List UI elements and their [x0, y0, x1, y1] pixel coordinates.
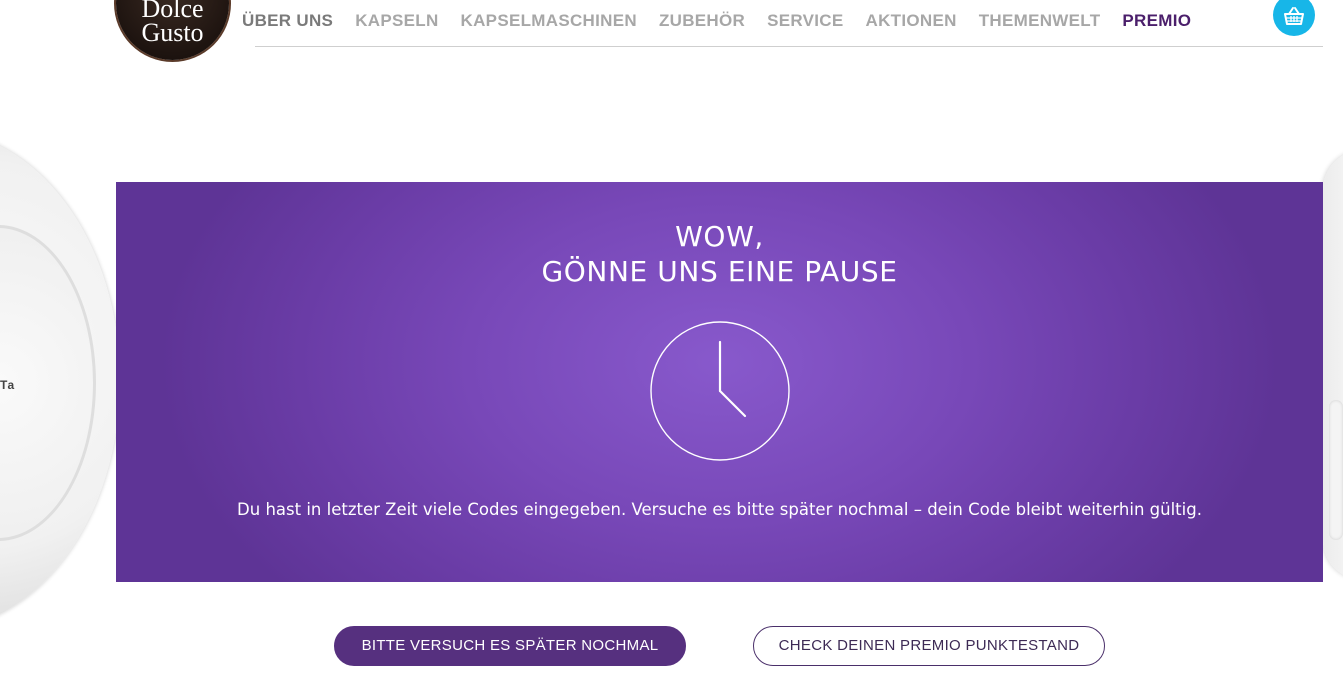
- dolce-gusto-logo[interactable]: Dolce Gusto: [116, 0, 229, 60]
- check-premio-points-button[interactable]: CHECK DEINEN PREMIO PUNKTESTAND: [753, 626, 1105, 666]
- rate-limit-panel: WOW, GÖNNE UNS EINE PAUSE Du hast in let…: [116, 182, 1323, 582]
- clock-icon: [649, 320, 791, 467]
- retry-later-button[interactable]: BITTE VERSUCH ES SPÄTER NOCHMAL: [334, 626, 686, 666]
- panel-message: Du hast in letzter Zeit viele Codes eing…: [237, 500, 1202, 519]
- coffee-machine-image-left: Ta: [0, 130, 120, 630]
- panel-title-line1: WOW,: [675, 220, 764, 253]
- header-divider: [255, 46, 1323, 47]
- nav-item-kapseln[interactable]: KAPSELN: [355, 10, 438, 32]
- nav-item-service[interactable]: SERVICE: [767, 10, 843, 32]
- site-header: Dolce Gusto ÜBER UNS KAPSELN KAPSELMASCH…: [0, 0, 1343, 60]
- cart-button[interactable]: [1273, 0, 1315, 36]
- panel-title-line2: GÖNNE UNS EINE PAUSE: [541, 255, 898, 288]
- coffee-machine-image-right: [1323, 150, 1343, 580]
- nav-item-zubehoer[interactable]: ZUBEHÖR: [659, 10, 745, 32]
- page: Ta Dolce Gusto ÜBER UNS KAPSELN KAPSELMA…: [0, 0, 1343, 686]
- nav-item-kapselmaschinen[interactable]: KAPSELMASCHINEN: [461, 10, 637, 32]
- machine-slot: [1329, 400, 1343, 540]
- nav-item-premio[interactable]: PREMIO: [1122, 10, 1191, 32]
- nav-item-themenwelt[interactable]: THEMENWELT: [979, 10, 1101, 32]
- machine-logo-mark: Ta: [0, 378, 16, 392]
- nav-item-ueber-uns[interactable]: ÜBER UNS: [242, 10, 333, 32]
- main-nav: ÜBER UNS KAPSELN KAPSELMASCHINEN ZUBEHÖR…: [242, 10, 1213, 32]
- logo-text-line2: Gusto: [141, 18, 204, 47]
- nav-item-aktionen[interactable]: AKTIONEN: [866, 10, 957, 32]
